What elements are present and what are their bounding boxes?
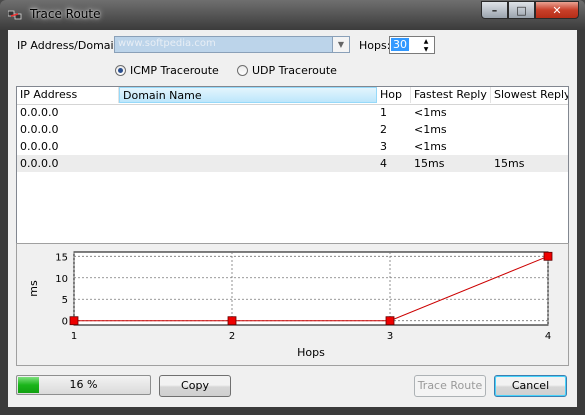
cell-fastest: <1ms bbox=[414, 123, 447, 136]
spin-down-icon[interactable]: ▼ bbox=[419, 45, 433, 53]
cell-slowest: 15ms bbox=[494, 157, 525, 170]
window-title: Trace Route bbox=[30, 7, 101, 21]
table-row[interactable]: 0.0.0.0 3 <1ms bbox=[17, 138, 568, 155]
table-row[interactable]: 0.0.0.0 1 <1ms bbox=[17, 104, 568, 121]
data-point bbox=[69, 316, 79, 326]
udp-traceroute-radio[interactable]: UDP Traceroute bbox=[237, 64, 337, 77]
plot-area bbox=[73, 251, 549, 326]
cell-ip: 0.0.0.0 bbox=[20, 140, 59, 153]
cell-fastest: <1ms bbox=[414, 106, 447, 119]
ip-address-label: IP Address/Domain: bbox=[17, 39, 125, 52]
x-tick-label: 2 bbox=[229, 331, 235, 342]
title-bar[interactable]: Trace Route – □ ✕ bbox=[0, 0, 585, 30]
dialog-client-area: IP Address/Domain: www.softpedia.com ▼ H… bbox=[8, 30, 577, 407]
y-axis-label: ms bbox=[27, 280, 40, 297]
hops-spinbox[interactable]: 30 ▲ ▼ bbox=[389, 36, 435, 54]
ip-address-value: www.softpedia.com bbox=[118, 38, 216, 49]
cancel-button[interactable]: Cancel bbox=[494, 375, 567, 397]
data-point bbox=[385, 316, 395, 326]
cell-hop: 1 bbox=[380, 106, 387, 119]
hops-value[interactable]: 30 bbox=[391, 38, 409, 51]
column-fastest-reply[interactable]: Fastest Reply bbox=[411, 87, 491, 103]
cell-ip: 0.0.0.0 bbox=[20, 157, 59, 170]
x-tick-label: 1 bbox=[71, 331, 77, 342]
y-tick-label: 5 bbox=[62, 295, 68, 306]
spin-up-icon[interactable]: ▲ bbox=[419, 37, 433, 45]
trace-results-table[interactable]: IP Address Domain Name Hop Fastest Reply… bbox=[16, 86, 569, 262]
radio-unselected-icon[interactable] bbox=[237, 65, 248, 76]
trace-route-button[interactable]: Trace Route bbox=[414, 375, 486, 397]
trace-route-window: Trace Route – □ ✕ IP Address/Domain: www… bbox=[0, 0, 585, 415]
maximize-button[interactable]: □ bbox=[508, 1, 535, 19]
icmp-traceroute-radio[interactable]: ICMP Traceroute bbox=[115, 64, 219, 77]
close-button[interactable]: ✕ bbox=[535, 1, 579, 19]
hops-label: Hops: bbox=[359, 39, 391, 52]
table-row[interactable]: 0.0.0.0 2 <1ms bbox=[17, 121, 568, 138]
x-axis-label: Hops bbox=[297, 346, 325, 359]
progress-label: 16 % bbox=[69, 378, 98, 391]
x-tick-label: 4 bbox=[545, 331, 551, 342]
x-tick-label: 3 bbox=[387, 331, 393, 342]
y-tick-label: 0 bbox=[62, 317, 68, 328]
latency-chart: 1 2 3 4 0 5 10 15 Hops ms bbox=[27, 251, 553, 359]
icmp-traceroute-label: ICMP Traceroute bbox=[130, 64, 219, 77]
column-hop[interactable]: Hop bbox=[377, 87, 411, 103]
y-tick-label: 10 bbox=[55, 274, 68, 285]
cell-ip: 0.0.0.0 bbox=[20, 123, 59, 136]
cell-hop: 2 bbox=[380, 123, 387, 136]
radio-selected-icon[interactable] bbox=[115, 65, 126, 76]
ip-address-combobox[interactable]: www.softpedia.com ▼ bbox=[114, 36, 350, 53]
latency-chart-panel: 1 2 3 4 0 5 10 15 Hops ms bbox=[16, 243, 569, 366]
y-tick-label: 15 bbox=[55, 252, 68, 263]
cell-fastest: 15ms bbox=[414, 157, 445, 170]
progress-bar: 16 % bbox=[16, 375, 151, 395]
cell-hop: 3 bbox=[380, 140, 387, 153]
table-header: IP Address Domain Name Hop Fastest Reply… bbox=[17, 87, 568, 105]
cell-ip: 0.0.0.0 bbox=[20, 106, 59, 119]
column-domain-name[interactable]: Domain Name bbox=[119, 87, 377, 103]
cell-fastest: <1ms bbox=[414, 140, 447, 153]
data-point bbox=[227, 316, 237, 326]
data-point bbox=[543, 251, 553, 261]
udp-traceroute-label: UDP Traceroute bbox=[252, 64, 337, 77]
chevron-down-icon[interactable]: ▼ bbox=[332, 37, 349, 52]
table-row[interactable]: 0.0.0.0 4 15ms 15ms bbox=[17, 155, 568, 172]
column-ip-address[interactable]: IP Address bbox=[17, 87, 119, 103]
column-slowest-reply[interactable]: Slowest Reply bbox=[491, 87, 568, 103]
cell-hop: 4 bbox=[380, 157, 387, 170]
copy-button[interactable]: Copy bbox=[159, 375, 231, 397]
trace-route-app-icon bbox=[8, 10, 22, 20]
minimize-button[interactable]: – bbox=[481, 1, 508, 19]
